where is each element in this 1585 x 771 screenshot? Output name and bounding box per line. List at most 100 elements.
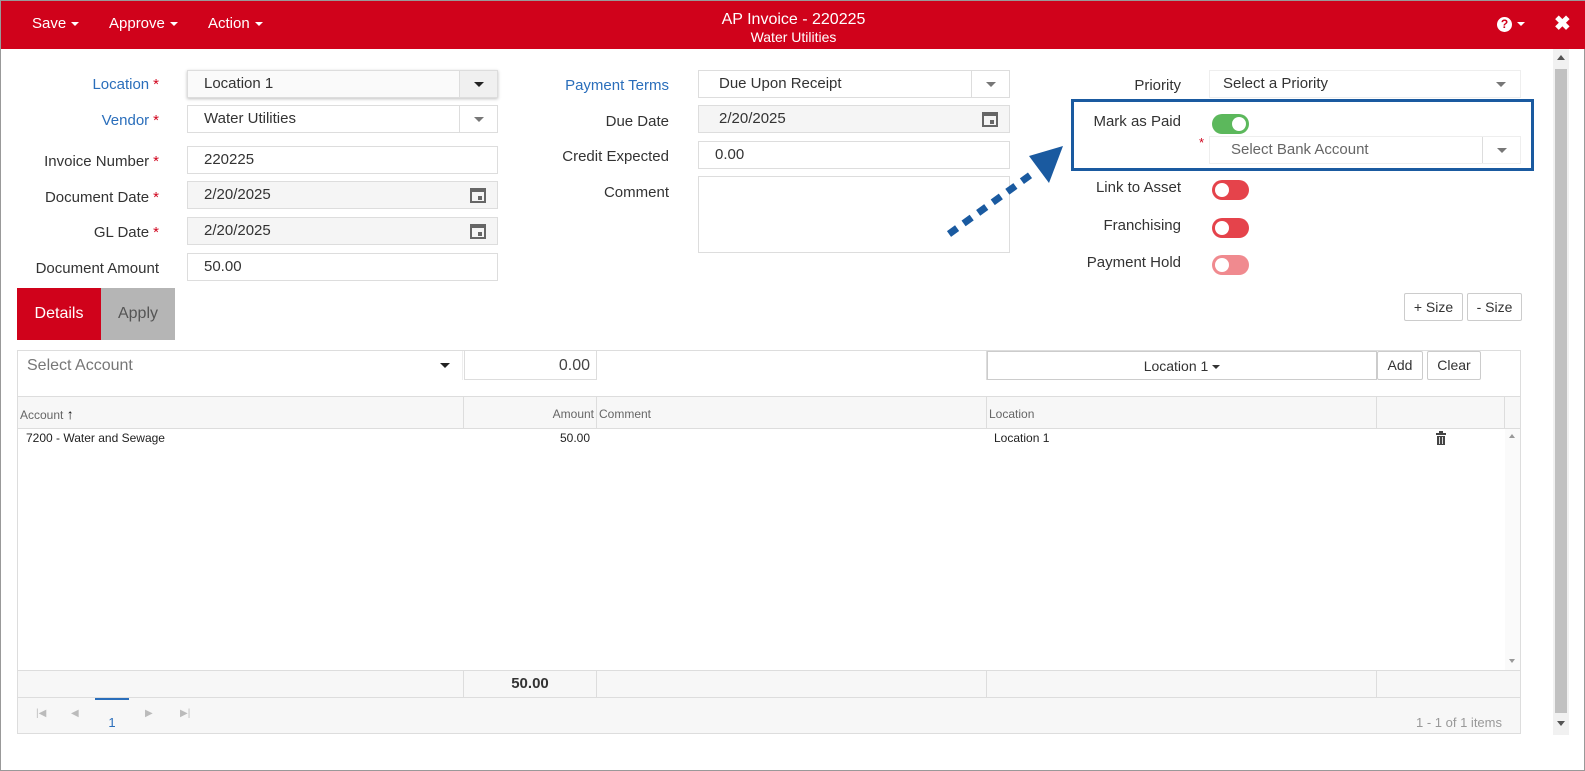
next-page-icon[interactable]: ▶ xyxy=(145,708,153,719)
row-account: 7200 - Water and Sewage xyxy=(26,431,165,445)
document-amount-value: 50.00 xyxy=(204,258,242,275)
calendar-icon[interactable] xyxy=(982,112,998,127)
priority-select[interactable]: Select a Priority xyxy=(1209,70,1521,98)
priority-label: Priority xyxy=(1134,77,1181,94)
question-circle-icon: ? xyxy=(1497,16,1512,32)
document-date-label: Document Date * xyxy=(44,189,159,206)
gl-date-input[interactable]: 2/20/2025 xyxy=(187,217,498,245)
column-header-account-label: Account xyxy=(20,408,64,422)
priority-placeholder: Select a Priority xyxy=(1223,75,1329,92)
grid-header: Account ↑ Amount Comment Location xyxy=(18,397,1520,429)
previous-page-icon[interactable]: ◀ xyxy=(71,708,79,719)
help-menu[interactable]: ? xyxy=(1497,15,1525,32)
footer-location-cell xyxy=(987,671,1377,697)
comment-input[interactable] xyxy=(597,351,987,380)
toggle-knob xyxy=(1215,258,1229,272)
column-header-account[interactable]: Account ↑ xyxy=(18,397,464,428)
account-grid: Select Account 0.00 Location 1 Add Clear… xyxy=(17,350,1521,734)
page-subtitle: Water Utilities xyxy=(750,29,837,45)
invoice-number-input[interactable]: 220225 xyxy=(187,146,498,174)
dropdown-arrow-icon[interactable] xyxy=(440,363,450,368)
row-location: Location 1 xyxy=(994,431,1050,445)
invoice-number-value: 220225 xyxy=(204,151,255,168)
top-bar: Save Approve Action AP Invoice - 220225 … xyxy=(1,1,1585,49)
scroll-up-icon[interactable] xyxy=(1509,434,1515,438)
decrease-size-button[interactable]: - Size xyxy=(1467,293,1522,321)
link-to-asset-label: Link to Asset xyxy=(1095,179,1181,196)
page-number-button[interactable]: 1 xyxy=(95,715,129,730)
grid-scrollbar[interactable] xyxy=(1505,429,1520,670)
payment-terms-label: Payment Terms xyxy=(565,77,669,94)
select-account-combobox[interactable]: Select Account xyxy=(18,351,463,380)
caret-down-icon xyxy=(1517,22,1525,27)
column-header-comment[interactable]: Comment xyxy=(597,397,987,428)
last-page-icon[interactable]: ▶| xyxy=(180,708,190,719)
vendor-select[interactable]: Water Utilities xyxy=(187,105,498,133)
clear-button[interactable]: Clear xyxy=(1427,351,1481,380)
column-header-actions xyxy=(1377,397,1505,428)
sort-ascending-icon: ↑ xyxy=(66,406,74,422)
trash-icon[interactable] xyxy=(1435,431,1447,445)
grid-pager: |◀ ◀ 1 ▶ ▶| 1 - 1 of 1 items xyxy=(18,697,1520,733)
scroll-down-icon[interactable] xyxy=(1509,659,1515,663)
grid-toolbar: Select Account 0.00 Location 1 Add Clear xyxy=(18,351,1520,397)
franchising-toggle[interactable] xyxy=(1212,218,1249,238)
due-date-label: Due Date xyxy=(605,113,669,130)
calendar-icon[interactable] xyxy=(470,188,486,203)
highlight-box xyxy=(1071,99,1534,171)
location-select[interactable]: Location 1 xyxy=(187,70,498,98)
due-date-value: 2/20/2025 xyxy=(719,110,786,127)
credit-expected-value: 0.00 xyxy=(715,146,745,163)
vendor-value: Water Utilities xyxy=(204,110,296,127)
invoice-number-label: Invoice Number * xyxy=(44,153,159,170)
grid-footer: 50.00 xyxy=(18,670,1520,697)
gl-date-label: GL Date * xyxy=(93,224,159,241)
first-page-icon[interactable]: |◀ xyxy=(36,708,46,719)
row-amount: 50.00 xyxy=(559,431,590,445)
increase-size-button[interactable]: + Size xyxy=(1404,293,1463,321)
close-icon[interactable]: ✖ xyxy=(1554,11,1571,36)
footer-total: 50.00 xyxy=(464,671,597,697)
caret-down-icon xyxy=(1212,365,1221,370)
dropdown-arrow-icon[interactable] xyxy=(1482,71,1520,97)
tab-details[interactable]: Details xyxy=(17,288,101,340)
dropdown-arrow-icon[interactable] xyxy=(459,71,497,97)
credit-expected-label: Credit Expected xyxy=(562,148,669,165)
scrollbar-thumb[interactable] xyxy=(1555,69,1567,713)
select-account-placeholder: Select Account xyxy=(27,357,133,374)
document-date-value: 2/20/2025 xyxy=(204,186,271,203)
calendar-icon[interactable] xyxy=(470,224,486,239)
toggle-knob xyxy=(1215,183,1229,197)
scroll-down-icon[interactable] xyxy=(1557,721,1565,726)
document-date-input[interactable]: 2/20/2025 xyxy=(187,181,498,209)
payment-terms-select[interactable]: Due Upon Receipt xyxy=(698,70,1010,98)
ap-invoice-window: Save Approve Action AP Invoice - 220225 … xyxy=(0,0,1585,771)
due-date-input[interactable]: 2/20/2025 xyxy=(698,105,1010,133)
location-label: Location * xyxy=(92,76,159,93)
vendor-label: Vendor * xyxy=(101,112,159,129)
add-button[interactable]: Add xyxy=(1377,351,1423,380)
window-scrollbar[interactable] xyxy=(1553,49,1569,735)
scroll-up-icon[interactable] xyxy=(1557,55,1565,60)
document-amount-label: Document Amount xyxy=(35,260,159,277)
dropdown-arrow-icon[interactable] xyxy=(971,71,1009,97)
gl-date-value: 2/20/2025 xyxy=(204,222,271,239)
pager-summary: 1 - 1 of 1 items xyxy=(1416,715,1502,730)
tab-apply[interactable]: Apply xyxy=(101,288,175,340)
document-amount-input[interactable]: 50.00 xyxy=(187,253,498,281)
amount-input[interactable]: 0.00 xyxy=(464,351,597,380)
location-dropdown[interactable]: Location 1 xyxy=(987,351,1377,380)
annotation-arrow-icon xyxy=(946,146,1063,237)
payment-hold-toggle[interactable] xyxy=(1212,255,1249,275)
column-header-location[interactable]: Location xyxy=(987,397,1377,428)
current-page-indicator xyxy=(95,698,129,700)
link-to-asset-toggle[interactable] xyxy=(1212,180,1249,200)
footer-comment-cell xyxy=(597,671,987,697)
dropdown-arrow-icon[interactable] xyxy=(459,106,497,132)
grid-location-value: Location 1 xyxy=(1143,358,1209,374)
column-header-amount[interactable]: Amount xyxy=(464,397,597,428)
footer-account-cell xyxy=(18,671,464,697)
franchising-label: Franchising xyxy=(1103,217,1181,234)
page-title: AP Invoice - 220225 xyxy=(721,11,866,28)
location-value: Location 1 xyxy=(204,75,274,92)
